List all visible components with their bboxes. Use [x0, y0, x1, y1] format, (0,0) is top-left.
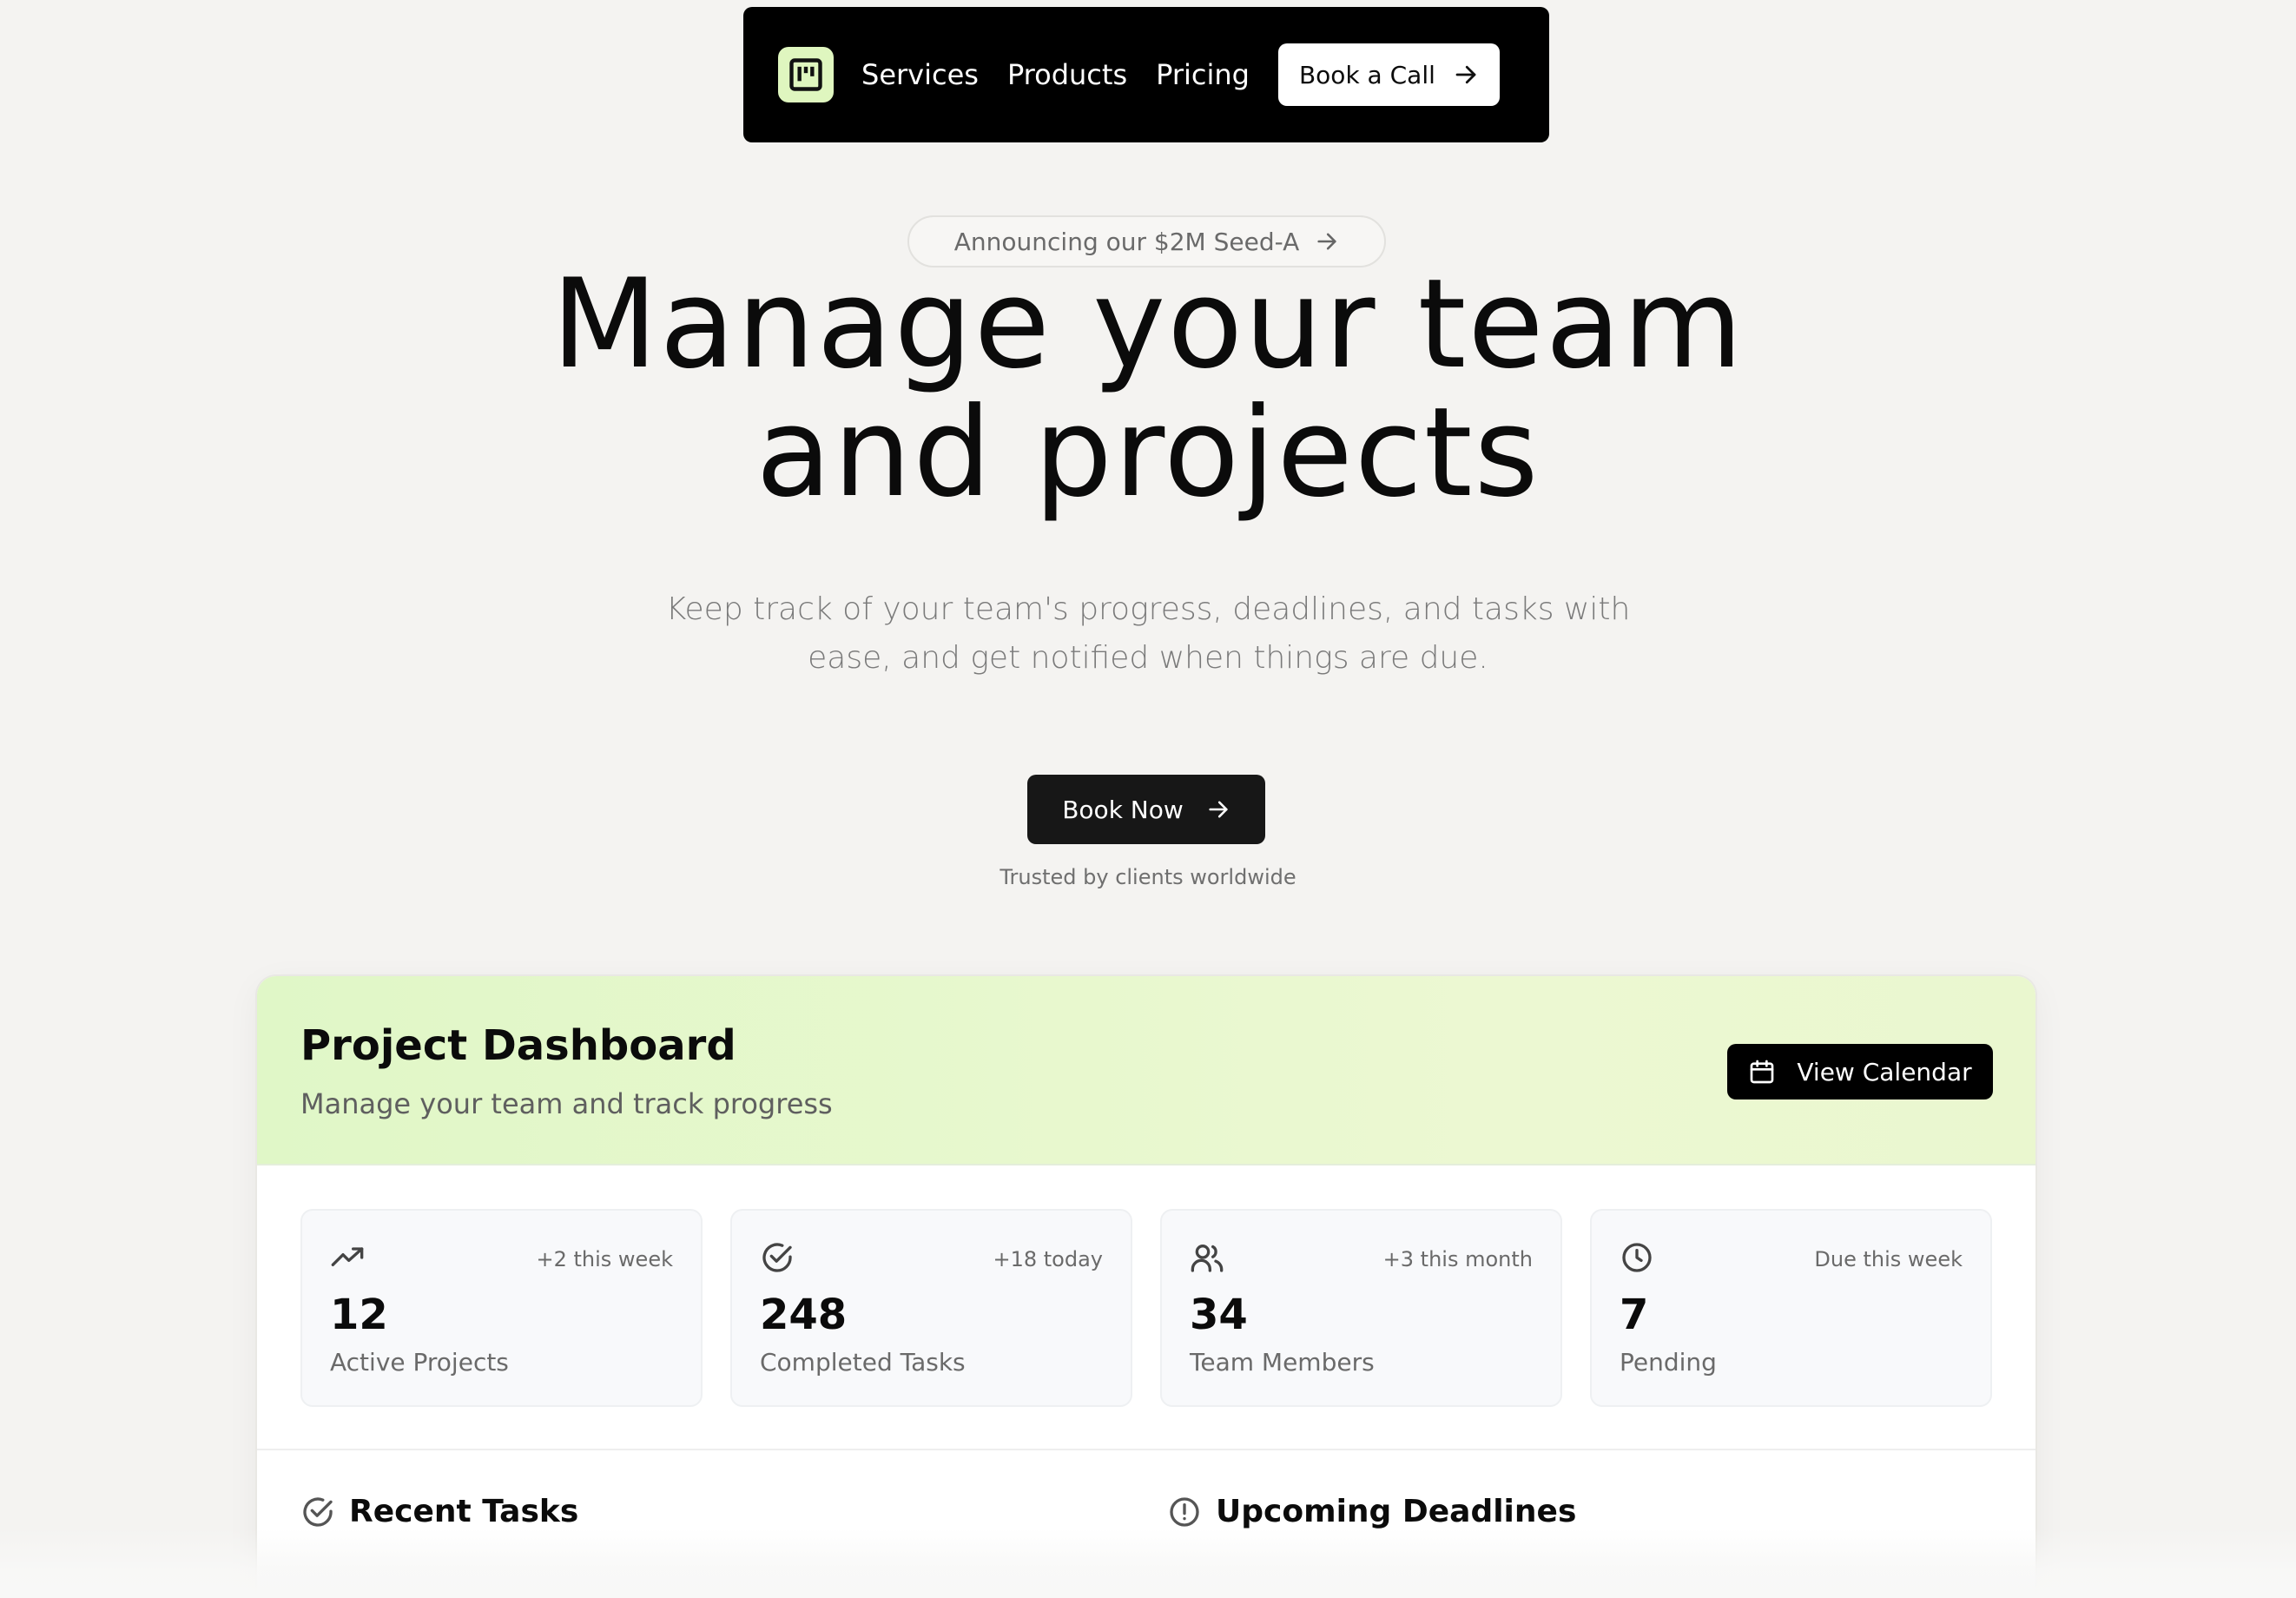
calendar-icon [1751, 1060, 1774, 1084]
stat-note: +18 today [993, 1247, 1103, 1271]
stat-label: Active Projects [330, 1348, 509, 1377]
nav-link-products[interactable]: Products [1007, 58, 1127, 91]
arrow-right-icon [1317, 233, 1336, 250]
users-icon [1190, 1240, 1224, 1275]
stat-label: Pending [1620, 1348, 1717, 1377]
section-divider [257, 1449, 2035, 1450]
kanban-board-icon [789, 58, 822, 91]
stat-value: 34 [1190, 1291, 1248, 1339]
project-dashboard-card: Project Dashboard Manage your team and t… [257, 976, 2035, 1598]
hero-title-line-2: and projects [755, 381, 1541, 525]
arrow-right-icon [1455, 65, 1476, 84]
stat-card-pending[interactable]: Due this week 7 Pending [1590, 1209, 1992, 1407]
stat-value: 7 [1620, 1291, 1649, 1339]
trending-up-icon [330, 1240, 365, 1275]
stat-label: Completed Tasks [760, 1348, 966, 1377]
arrow-right-icon [1209, 801, 1228, 818]
book-a-call-label: Book a Call [1298, 60, 1435, 89]
dashboard-subtitle: Manage your team and track progress [300, 1087, 833, 1120]
view-calendar-label: View Calendar [1797, 1057, 1972, 1086]
recent-tasks-heading: Recent Tasks [300, 1494, 578, 1529]
stat-note: +3 this month [1382, 1247, 1533, 1271]
upcoming-deadlines-heading: Upcoming Deadlines [1167, 1494, 1576, 1529]
hero-subtitle-line-1: Keep track of your team's progress, dead… [665, 591, 1631, 627]
stat-value: 12 [330, 1291, 388, 1339]
trusted-text: Trusted by clients worldwide [1000, 865, 1296, 889]
logo[interactable] [778, 47, 834, 102]
stat-note: +2 this week [536, 1247, 674, 1271]
view-calendar-button[interactable]: View Calendar [1727, 1044, 1993, 1099]
hero-title: Manage your team and projects [0, 261, 2296, 518]
book-now-label: Book Now [1062, 795, 1184, 824]
nav-link-services[interactable]: Services [861, 58, 979, 91]
top-navbar: Services Products Pricing Book a Call [743, 7, 1549, 142]
hero-subtitle: Keep track of your team's progress, dead… [0, 585, 2296, 683]
stat-value: 248 [760, 1291, 848, 1339]
book-a-call-button[interactable]: Book a Call [1277, 43, 1500, 106]
book-now-button[interactable]: Book Now [1027, 775, 1265, 844]
hero-title-line-1: Manage your team [551, 253, 1745, 396]
dashboard-title: Project Dashboard [300, 1021, 736, 1070]
stat-card-completed-tasks[interactable]: +18 today 248 Completed Tasks [730, 1209, 1132, 1407]
stat-card-team-members[interactable]: +3 this month 34 Team Members [1160, 1209, 1562, 1407]
nav-link-pricing[interactable]: Pricing [1156, 58, 1250, 91]
clock-icon [1620, 1240, 1654, 1275]
check-circle-icon [303, 1496, 333, 1527]
stat-label: Team Members [1190, 1348, 1375, 1377]
stats-row: +2 this week 12 Active Projects +18 toda… [300, 1209, 1992, 1407]
stat-note: Due this week [1814, 1247, 1963, 1271]
recent-tasks-title: Recent Tasks [349, 1494, 579, 1529]
check-circle-icon [760, 1240, 795, 1275]
hero-subtitle-line-2: ease, and get notified when things are d… [808, 640, 1488, 676]
alert-circle-icon [1170, 1496, 1199, 1527]
upcoming-deadlines-title: Upcoming Deadlines [1216, 1494, 1577, 1529]
announcement-label: Announcing our $2M Seed-A [953, 227, 1300, 256]
dashboard-header: Project Dashboard Manage your team and t… [257, 976, 2035, 1165]
bottom-fade [0, 1529, 2296, 1598]
stat-card-active-projects[interactable]: +2 this week 12 Active Projects [300, 1209, 703, 1407]
